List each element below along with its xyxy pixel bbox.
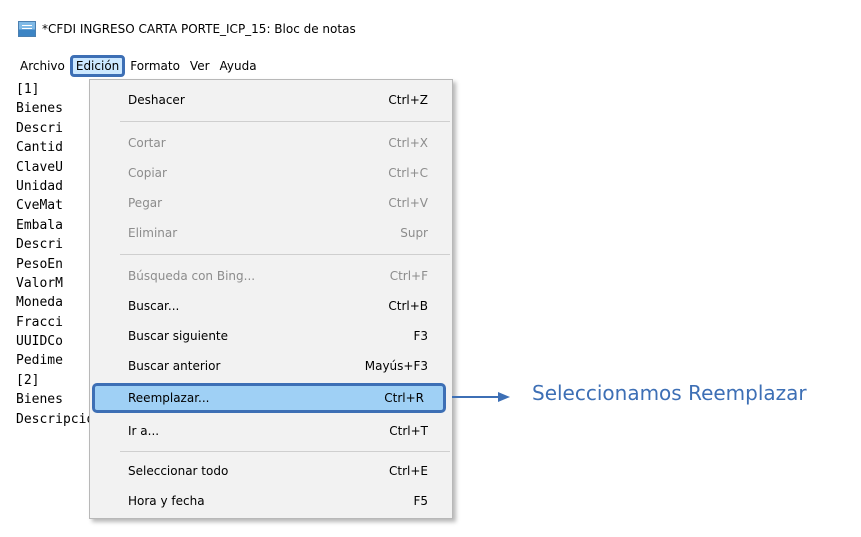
annotation-arrow-icon [452, 392, 510, 402]
menu-item-shortcut: Ctrl+C [388, 166, 428, 180]
menu-item-eliminar[interactable]: Eliminar Supr [90, 218, 452, 248]
menu-item-label: Copiar [128, 166, 167, 180]
menu-archivo[interactable]: Archivo [15, 56, 70, 76]
menu-item-label: Ir a... [128, 424, 160, 438]
menu-item-label: Búsqueda con Bing... [128, 269, 256, 283]
menu-item-shortcut: Ctrl+R [384, 391, 424, 405]
menu-item-shortcut: Ctrl+T [389, 424, 428, 438]
menu-item-shortcut: Ctrl+X [388, 136, 428, 150]
menu-formato[interactable]: Formato [125, 56, 185, 76]
menu-bar: Archivo Edición Formato Ver Ayuda [0, 54, 470, 78]
menu-item-label: Deshacer [128, 93, 185, 107]
menu-item-shortcut: Ctrl+F [389, 269, 428, 283]
menu-item-label: Hora y fecha [128, 494, 205, 508]
menu-item-shortcut: Mayús+F3 [364, 359, 428, 373]
menu-item-label: Seleccionar todo [128, 464, 229, 478]
menu-edicion[interactable]: Edición [69, 55, 126, 77]
menu-item-shortcut: Ctrl+Z [388, 93, 428, 107]
menu-item-busqueda-bing[interactable]: Búsqueda con Bing... Ctrl+F [90, 261, 452, 291]
menu-item-label: Reemplazar... [128, 391, 210, 405]
menu-ver[interactable]: Ver [185, 56, 215, 76]
window-title: *CFDI INGRESO CARTA PORTE_ICP_15: Bloc d… [42, 22, 356, 36]
notepad-window: *CFDI INGRESO CARTA PORTE_ICP_15: Bloc d… [0, 0, 470, 537]
menu-item-deshacer[interactable]: Deshacer Ctrl+Z [90, 85, 452, 115]
menu-item-shortcut: Ctrl+V [388, 196, 428, 210]
menu-item-buscar-anterior[interactable]: Buscar anterior Mayús+F3 [90, 351, 452, 381]
menu-item-label: Eliminar [128, 226, 178, 240]
menu-item-label: Cortar [128, 136, 166, 150]
menu-item-copiar[interactable]: Copiar Ctrl+C [90, 158, 452, 188]
notepad-app-icon [18, 21, 36, 37]
menu-item-shortcut: Supr [400, 226, 428, 240]
edit-menu-dropdown: Deshacer Ctrl+Z Cortar Ctrl+X Copiar Ctr… [89, 79, 453, 519]
menu-item-cortar[interactable]: Cortar Ctrl+X [90, 128, 452, 158]
menu-item-shortcut: F3 [413, 329, 428, 343]
menu-item-shortcut: Ctrl+E [389, 464, 428, 478]
annotation-label: Seleccionamos Reemplazar [532, 381, 807, 405]
menu-item-hora-fecha[interactable]: Hora y fecha F5 [90, 486, 452, 516]
menu-item-ir-a[interactable]: Ir a... Ctrl+T [90, 416, 452, 446]
menu-item-shortcut: F5 [413, 494, 428, 508]
menu-item-buscar-siguiente[interactable]: Buscar siguiente F3 [90, 321, 452, 351]
menu-item-pegar[interactable]: Pegar Ctrl+V [90, 188, 452, 218]
menu-item-label: Pegar [128, 196, 163, 210]
menu-separator [120, 451, 450, 452]
menu-ayuda[interactable]: Ayuda [215, 56, 262, 76]
menu-item-buscar[interactable]: Buscar... Ctrl+B [90, 291, 452, 321]
menu-item-label: Buscar... [128, 299, 180, 313]
menu-item-reemplazar[interactable]: Reemplazar... Ctrl+R [92, 383, 446, 413]
menu-item-shortcut: Ctrl+B [388, 299, 428, 313]
title-bar: *CFDI INGRESO CARTA PORTE_ICP_15: Bloc d… [0, 14, 470, 44]
menu-separator [120, 121, 450, 122]
menu-item-label: Buscar anterior [128, 359, 221, 373]
menu-item-label: Buscar siguiente [128, 329, 229, 343]
menu-separator [120, 254, 450, 255]
menu-item-seleccionar-todo[interactable]: Seleccionar todo Ctrl+E [90, 456, 452, 486]
